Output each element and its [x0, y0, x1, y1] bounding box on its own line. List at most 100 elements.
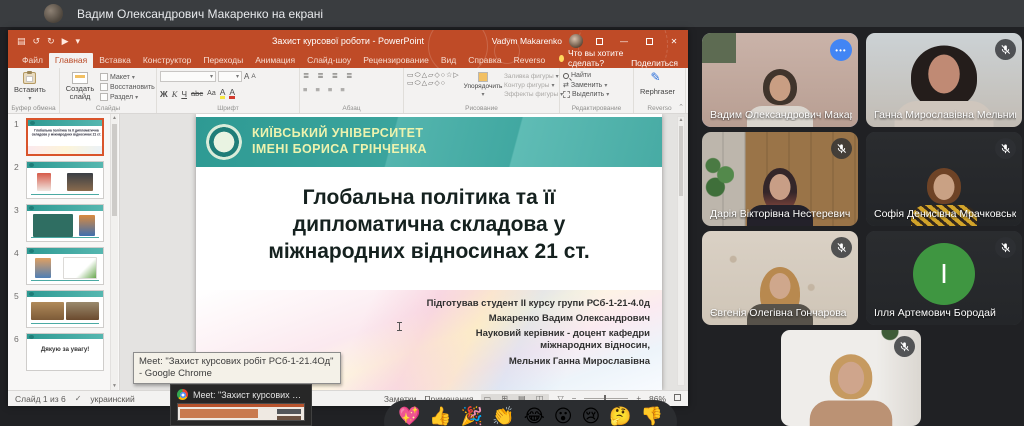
save-icon[interactable]: ▤ — [17, 30, 26, 52]
scroll-down-icon[interactable]: ▼ — [111, 383, 118, 389]
thumbnails-scrollbar[interactable]: ▲ ▼ — [110, 114, 118, 390]
slide-canvas[interactable]: КИЇВСЬКИЙ УНІВЕРСИТЕТ ІМЕНІ БОРИСА ГРІНЧ… — [196, 114, 662, 390]
tab-animations[interactable]: Анимация — [249, 53, 301, 68]
reset-button[interactable]: Восстановить — [100, 83, 155, 91]
reaction-thumbs-up[interactable]: 👍 — [429, 405, 451, 426]
font-color-button[interactable]: А — [229, 88, 235, 99]
tab-slideshow[interactable]: Слайд-шоу — [301, 53, 357, 68]
tell-me-box[interactable]: Что вы хотите сделать? — [559, 48, 631, 68]
start-presentation-icon[interactable]: ▶ — [62, 30, 69, 52]
thumbnail-row[interactable]: 2 — [14, 161, 119, 199]
underline-button[interactable]: Ч — [181, 89, 187, 99]
thumbnail-slide-5[interactable] — [26, 290, 104, 328]
thumbnail-slide-3[interactable] — [26, 204, 104, 242]
scroll-thumb[interactable] — [112, 124, 117, 216]
participant-tile-melnyk[interactable]: Ганна Мирославівна Мельник — [866, 33, 1022, 127]
qat-customize-icon[interactable]: ▾ — [76, 30, 81, 52]
align-buttons[interactable]: ≡ ≡ ≡ ≡ — [303, 85, 400, 95]
scroll-up-icon[interactable]: ▲ — [679, 117, 684, 123]
thumbnail-row[interactable]: 3 — [14, 204, 119, 242]
ribbon-options-button[interactable] — [590, 33, 608, 49]
participant-tile-honcharova[interactable]: Євгенія Олегівна Гончарова — [702, 231, 858, 325]
slide-thumbnails-panel[interactable]: 1 Глобальна політика та її дипломатична … — [8, 114, 120, 390]
reaction-party[interactable]: 🎉 — [461, 405, 483, 426]
slide-title[interactable]: Глобальна політика та її дипломатична ск… — [220, 184, 638, 265]
tile-options-button[interactable]: ••• — [830, 39, 852, 61]
reaction-laugh[interactable]: 😂 — [524, 405, 545, 426]
tab-insert[interactable]: Вставка — [93, 53, 137, 68]
bold-button[interactable]: Ж — [160, 89, 168, 99]
shape-outline-button[interactable]: Контур фигуры▾ — [504, 82, 556, 89]
reaction-surprised[interactable]: 😮 — [554, 405, 573, 426]
collapse-ribbon-icon[interactable]: ⌃ — [678, 103, 684, 111]
preview-thumbnail[interactable] — [177, 403, 305, 421]
thumbnail-slide-6[interactable]: Дякую за увагу! — [26, 333, 104, 371]
layout-button[interactable]: Макет▾ — [100, 73, 155, 81]
thumbnail-row[interactable]: 6 Дякую за увагу! — [14, 333, 119, 371]
shape-fill-button[interactable]: Заливка фигуры▾ — [504, 73, 556, 80]
rephraser-button[interactable]: Rephraser — [637, 71, 678, 103]
find-button[interactable]: Найти — [563, 72, 630, 79]
slide-credits[interactable]: Підготував студент II курсу групи РСб-1-… — [427, 296, 650, 369]
new-slide-button[interactable]: Создать слайд — [63, 71, 97, 103]
powerpoint-window[interactable]: ▤ ↺ ↻ ▶ ▾ Захист курсової роботи - Power… — [8, 30, 688, 406]
thumbnail-slide-1[interactable]: Глобальна політика та її дипломатична ск… — [26, 118, 104, 156]
participant-tile-borodai[interactable]: І Ілля Артемович Бородай — [866, 231, 1022, 325]
scroll-up-icon[interactable]: ▲ — [111, 115, 118, 121]
minimize-button[interactable]: — — [615, 33, 633, 49]
reaction-cry[interactable]: 😢 — [582, 405, 601, 426]
arrange-button[interactable]: Упорядочить ▾ — [465, 71, 501, 103]
reaction-heart[interactable]: 💖 — [398, 405, 420, 426]
thumbnail-row[interactable]: 5 — [14, 290, 119, 328]
account-avatar[interactable] — [569, 34, 583, 48]
tab-help[interactable]: Справка — [462, 53, 507, 68]
tab-review[interactable]: Рецензирование — [357, 53, 435, 68]
redo-icon[interactable]: ↻ — [47, 30, 55, 52]
language-indicator[interactable]: украинский — [90, 394, 134, 404]
spellcheck-icon[interactable]: ✓ — [75, 394, 82, 403]
tab-reverso[interactable]: Reverso — [508, 53, 552, 68]
participant-tile-mrachkovska[interactable]: Софія Денисівна Мрачковська — [866, 132, 1022, 226]
thumbnail-slide-4[interactable] — [26, 247, 104, 285]
tab-design[interactable]: Конструктор — [137, 53, 197, 68]
participant-tile-nesterevych[interactable]: Дарія Вікторівна Нестеревич — [702, 132, 858, 226]
font-name-select[interactable]: ▾ — [160, 71, 216, 82]
font-size-select[interactable]: ▾ — [218, 71, 242, 82]
fit-to-window-icon[interactable] — [674, 394, 681, 403]
thumbnail-row[interactable]: 4 — [14, 247, 119, 285]
tab-transitions[interactable]: Переходы — [197, 53, 249, 68]
shapes-gallery[interactable]: ▭⬭△▱◇○☆▷▭⬭△▱◇○ — [407, 71, 462, 103]
thumbnail-row[interactable]: 1 Глобальна політика та її дипломатична … — [14, 118, 119, 156]
slide-editing-area[interactable]: КИЇВСЬКИЙ УНІВЕРСИТЕТ ІМЕНІ БОРИСА ГРІНЧ… — [120, 114, 688, 390]
tab-file[interactable]: Файл — [16, 53, 49, 68]
section-button[interactable]: Раздел▾ — [100, 93, 155, 101]
list-buttons[interactable]: ≣ ≣ ≣ ≣ — [303, 71, 400, 81]
share-button[interactable]: Поделиться — [631, 58, 688, 68]
close-button[interactable]: ✕ — [665, 33, 683, 49]
replace-button[interactable]: ⇄Заменить▾ — [563, 81, 630, 89]
tab-view[interactable]: Вид — [435, 53, 462, 68]
reaction-thumbs-down[interactable]: 👎 — [641, 405, 663, 426]
participant-tile-makarenko[interactable]: ••• Вадим Олександрович Макар... — [702, 33, 858, 127]
scroll-thumb[interactable] — [679, 126, 683, 196]
participant-tile-bottom[interactable] — [781, 330, 921, 426]
reaction-thinking[interactable]: 🤔 — [609, 405, 631, 426]
select-button[interactable]: Выделить▾ — [563, 91, 630, 98]
slide-scrollbar[interactable]: ▲ — [677, 116, 685, 386]
undo-icon[interactable]: ↺ — [33, 30, 41, 52]
quick-access-toolbar[interactable]: ▤ ↺ ↻ ▶ ▾ — [8, 30, 80, 52]
strikethrough-button[interactable]: abc — [191, 89, 203, 98]
grow-font-button[interactable]: А — [244, 72, 249, 81]
character-spacing-button[interactable]: Аа — [207, 90, 216, 97]
paste-button[interactable]: Вставить ▾ — [11, 71, 49, 103]
taskbar-preview[interactable]: Meet: "Захист курсових робіт … — [170, 384, 312, 426]
restore-button[interactable] — [640, 33, 658, 49]
shrink-font-button[interactable]: А — [251, 73, 255, 80]
shape-effects-button[interactable]: Эффекты фигуры▾ — [504, 91, 556, 98]
italic-button[interactable]: К — [172, 89, 178, 99]
text-highlight-button[interactable]: А — [220, 88, 226, 99]
reaction-clap[interactable]: 👏 — [492, 405, 514, 426]
reactions-bar[interactable]: 💖 👍 🎉 👏 😂 😮 😢 🤔 👎 — [384, 400, 677, 426]
tab-home[interactable]: Главная — [49, 53, 93, 68]
zoom-slider[interactable] — [584, 398, 628, 399]
